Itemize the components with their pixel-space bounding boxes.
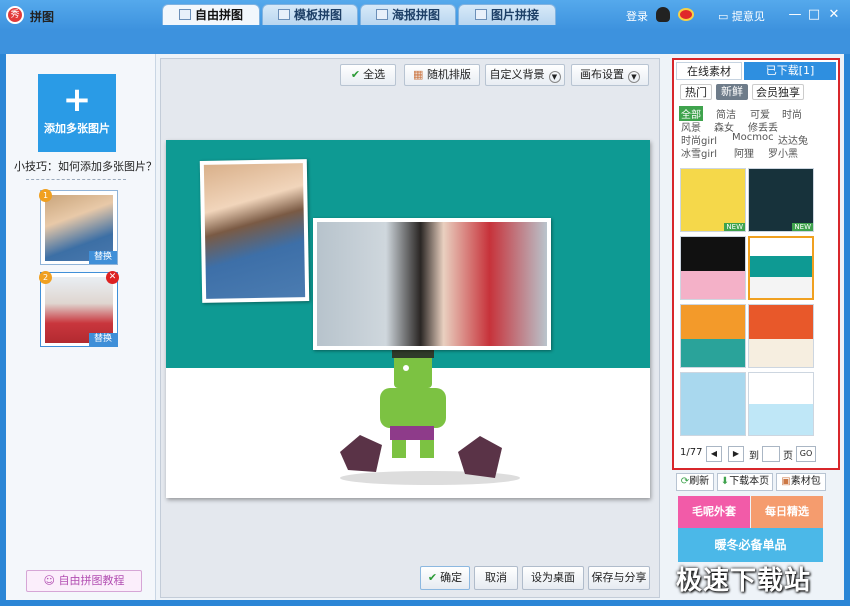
template-tile[interactable] <box>680 372 746 436</box>
tab-free-collage[interactable]: 自由拼图 <box>162 4 260 25</box>
cancel-button[interactable]: 取消 <box>474 566 518 590</box>
new-badge: NEW <box>792 223 813 231</box>
template-tile[interactable]: NEW <box>680 168 746 232</box>
photo-image <box>317 222 547 346</box>
watermark: 极速下载站 <box>676 566 812 596</box>
poster-icon <box>375 9 388 20</box>
package-icon: ▣ <box>781 476 791 487</box>
maximize-icon[interactable]: □ <box>806 7 822 23</box>
qq-icon[interactable] <box>656 7 670 22</box>
check-icon: ✔ <box>427 571 438 584</box>
login-link[interactable]: 登录 <box>626 8 648 24</box>
confirm-button[interactable]: ✔ 确定 <box>420 566 470 590</box>
template-tile[interactable]: NEW <box>748 168 814 232</box>
filter-vip[interactable]: 会员独享 <box>752 84 804 100</box>
category-item[interactable]: Mocmoc <box>732 132 774 143</box>
collage-photo-1[interactable] <box>199 159 310 303</box>
next-page-icon[interactable]: ▶ <box>728 446 744 462</box>
template-tile[interactable] <box>748 304 814 368</box>
banner-winter[interactable]: 暖冬必备单品 <box>678 528 823 562</box>
go-button[interactable]: GO <box>796 446 816 462</box>
tab-downloaded[interactable]: 已下载[1] <box>744 62 836 80</box>
category-item[interactable]: 时尚 <box>782 106 802 121</box>
app-logo-icon: 秀 <box>6 6 24 24</box>
mascot-icon: ☺ <box>43 574 59 587</box>
template-tile[interactable] <box>748 372 814 436</box>
stitch-icon <box>474 9 487 20</box>
thumbnail-1[interactable]: 1 替换 <box>39 189 118 265</box>
category-item[interactable]: 罗小黑 <box>768 145 798 160</box>
template-icon <box>277 9 290 20</box>
add-images-button[interactable]: + 添加多张图片 <box>38 74 116 152</box>
select-all-button[interactable]: ✔ 全选 <box>340 64 396 86</box>
banner-daily[interactable]: 每日精选 <box>751 496 823 528</box>
tab-online-materials[interactable]: 在线素材 <box>676 62 742 80</box>
feedback-icon: ▭ <box>718 10 732 23</box>
banner-coat[interactable]: 毛呢外套 <box>678 496 750 528</box>
delete-icon[interactable]: ✕ <box>106 271 119 284</box>
download-page-button[interactable]: ⬇下载本页 <box>717 473 773 491</box>
filter-fresh[interactable]: 新鲜 <box>716 84 748 100</box>
weibo-icon[interactable] <box>678 8 694 21</box>
template-tile[interactable] <box>680 304 746 368</box>
shuffle-icon: ▦ <box>413 68 427 81</box>
close-icon[interactable]: ✕ <box>826 7 842 23</box>
replace-button[interactable]: 替换 <box>89 333 117 346</box>
collage-icon <box>178 9 191 20</box>
replace-button[interactable]: 替换 <box>89 251 117 264</box>
custom-background-button[interactable]: 自定义背景 ▼ <box>485 64 565 86</box>
page-input[interactable] <box>762 446 780 462</box>
tab-image-stitch[interactable]: 图片拼接 <box>458 4 556 25</box>
category-item[interactable]: 阿狸 <box>734 145 754 160</box>
page-unit-label: 页 <box>783 451 793 462</box>
collage-photo-2[interactable] <box>313 218 551 350</box>
refresh-icon: ⟳ <box>680 476 690 487</box>
tab-template-collage[interactable]: 模板拼图 <box>262 4 358 25</box>
category-item[interactable]: 冰雪girl <box>681 145 717 160</box>
set-desktop-button[interactable]: 设为桌面 <box>522 566 584 590</box>
save-share-button[interactable]: 保存与分享 <box>588 566 650 590</box>
photo-image <box>203 163 306 299</box>
template-tile[interactable] <box>680 236 746 300</box>
minimize-icon[interactable]: — <box>787 7 803 23</box>
tab-strip <box>0 30 850 54</box>
prev-page-icon[interactable]: ◀ <box>706 446 722 462</box>
feedback-link[interactable]: ▭ 提意见 <box>718 8 765 24</box>
chevron-down-icon: ▼ <box>548 71 561 83</box>
hulk-sticker[interactable] <box>330 340 530 490</box>
window-title: 拼图 <box>30 10 55 24</box>
random-layout-button[interactable]: ▦ 随机排版 <box>404 64 480 86</box>
divider <box>26 179 126 180</box>
canvas-settings-button[interactable]: 画布设置 ▼ <box>571 64 649 86</box>
page-indicator: 1/77 <box>680 447 703 458</box>
download-icon: ⬇ <box>720 476 730 487</box>
chevron-down-icon: ▼ <box>628 71 640 83</box>
filter-hot[interactable]: 热门 <box>680 84 712 100</box>
check-icon: ✔ <box>350 68 361 81</box>
tab-poster-collage[interactable]: 海报拼图 <box>360 4 456 25</box>
new-badge: NEW <box>724 223 745 231</box>
material-pack-button[interactable]: ▣素材包 <box>776 473 826 491</box>
refresh-button[interactable]: ⟳刷新 <box>676 473 714 491</box>
goto-label: 到 <box>749 451 759 462</box>
template-tile[interactable] <box>748 236 814 300</box>
tutorial-button[interactable]: ☺ 自由拼图教程 <box>26 570 142 592</box>
thumbnail-2[interactable]: 2 ✕ 替换 <box>39 271 119 347</box>
tip-link[interactable]: 小技巧：如何添加多张图片？ <box>14 158 157 174</box>
plus-icon: + <box>62 80 92 120</box>
